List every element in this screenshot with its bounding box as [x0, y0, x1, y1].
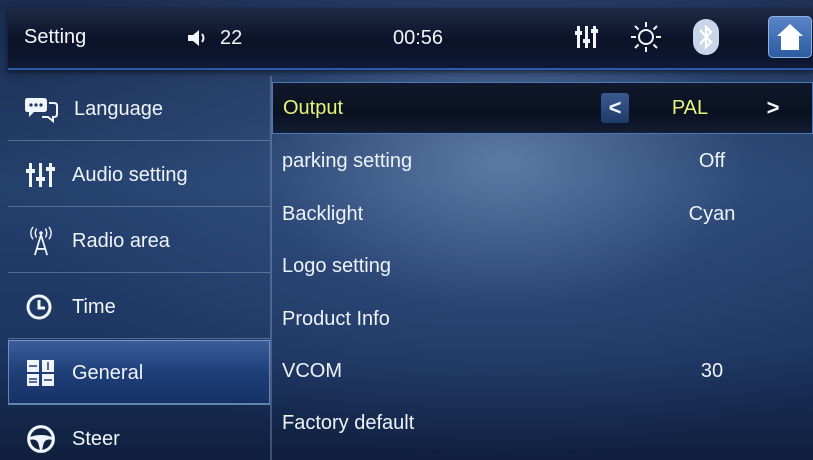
settings-row-product-info[interactable]: Product Info — [272, 294, 813, 346]
home-icon — [777, 24, 803, 50]
settings-row-backlight[interactable]: Backlight Cyan — [272, 189, 813, 241]
equalizer-icon — [26, 163, 55, 187]
settings-list: Output < PAL > parking setting Off Backl… — [272, 80, 813, 460]
speaker-icon[interactable] — [186, 28, 212, 48]
row-label: Backlight — [282, 203, 364, 225]
row-value: 30 — [700, 360, 724, 382]
clock-icon — [26, 294, 52, 320]
row-value: PAL — [671, 97, 709, 119]
row-label: Product Info — [282, 308, 390, 330]
sidebar-item-label: Language — [74, 98, 163, 120]
settings-row-factory-default[interactable]: Factory default — [272, 398, 813, 450]
row-label: parking setting — [282, 150, 413, 172]
settings-row-parking[interactable]: parking setting Off — [272, 136, 813, 188]
prev-value-button[interactable]: < — [601, 93, 629, 123]
grid-icon — [27, 360, 54, 386]
sidebar-item-steer[interactable]: Steer — [8, 406, 270, 460]
page-title: Setting — [24, 26, 87, 48]
equalizer-icon[interactable] — [574, 24, 600, 50]
antenna-icon — [30, 226, 52, 256]
speech-bubble-icon — [25, 98, 58, 124]
sidebar-item-label: Audio setting — [72, 164, 188, 186]
status-bar: Setting 22 00:56 — [8, 8, 813, 70]
home-button[interactable] — [768, 16, 812, 58]
brightness-icon[interactable] — [630, 21, 662, 53]
row-value: Off — [698, 150, 726, 172]
sidebar-item-radio-area[interactable]: Radio area — [8, 208, 270, 273]
sidebar-item-general[interactable]: General — [8, 340, 270, 405]
settings-row-output[interactable]: Output < PAL > — [272, 82, 813, 134]
row-value: Cyan — [688, 203, 736, 225]
sidebar-item-label: Steer — [72, 428, 120, 450]
row-label: Output — [283, 97, 344, 119]
settings-row-logo[interactable]: Logo setting — [272, 241, 813, 293]
bluetooth-icon[interactable] — [692, 18, 720, 56]
sidebar: Language Audio setting Radio area Time G… — [8, 76, 270, 460]
settings-screen: Setting 22 00:56 Language Audio setting … — [0, 0, 813, 460]
sidebar-item-label: General — [72, 362, 144, 384]
row-label: VCOM — [282, 360, 342, 382]
clock: 00:56 — [393, 27, 444, 49]
sidebar-item-audio-setting[interactable]: Audio setting — [8, 142, 270, 207]
settings-row-vcom[interactable]: VCOM 30 — [272, 346, 813, 398]
row-label: Logo setting — [282, 255, 391, 277]
volume-level: 22 — [220, 27, 243, 49]
sidebar-item-time[interactable]: Time — [8, 274, 270, 339]
steering-wheel-icon — [27, 425, 55, 453]
next-value-button[interactable]: > — [759, 93, 787, 123]
sidebar-item-label: Radio area — [72, 230, 170, 252]
sidebar-item-label: Time — [72, 296, 116, 318]
row-label: Factory default — [282, 412, 415, 434]
sidebar-item-language[interactable]: Language — [8, 76, 270, 141]
